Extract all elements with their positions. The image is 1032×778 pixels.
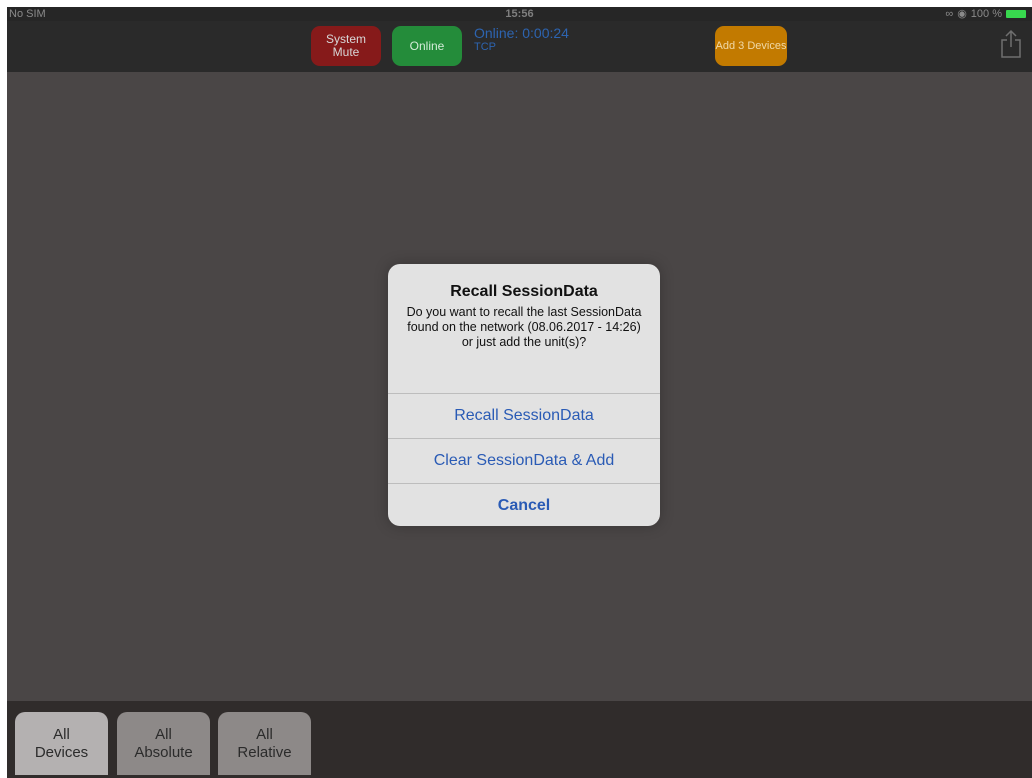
connection-info: Online: 0:00:24 TCP	[474, 25, 569, 53]
alert-message: Do you want to recall the last SessionDa…	[406, 305, 642, 349]
protocol-label: TCP	[474, 41, 496, 53]
bluetooth-icon: ∞	[945, 8, 954, 20]
system-mute-button[interactable]: System Mute	[311, 26, 381, 66]
tab-all-relative[interactable]: All Relative	[218, 712, 311, 775]
tab-all-devices[interactable]: All Devices	[15, 712, 108, 775]
status-indicators: ∞ ◉ 100 %	[945, 7, 1026, 21]
battery-percentage: 100 %	[970, 8, 1002, 20]
lock-rotation-icon: ◉	[957, 8, 967, 20]
tab-all-absolute[interactable]: All Absolute	[117, 712, 210, 775]
online-button[interactable]: Online	[392, 26, 462, 66]
top-toolbar: System Mute Online Online: 0:00:24 TCP A…	[7, 21, 1032, 72]
add-devices-button[interactable]: Add 3 Devices	[715, 26, 787, 66]
status-bar: No SIM 15:56 ∞ ◉ 100 %	[7, 7, 1032, 21]
alert-body: Recall SessionData Do you want to recall…	[388, 264, 660, 393]
online-duration: Online: 0:00:24	[474, 25, 569, 41]
cancel-button[interactable]: Cancel	[388, 483, 660, 526]
alert-title: Recall SessionData	[450, 283, 598, 300]
clear-sessiondata-add-button[interactable]: Clear SessionData & Add	[388, 438, 660, 483]
clock: 15:56	[505, 8, 534, 20]
recall-sessiondata-button[interactable]: Recall SessionData	[388, 393, 660, 438]
recall-session-alert: Recall SessionData Do you want to recall…	[388, 264, 660, 526]
share-icon[interactable]	[1000, 29, 1022, 59]
bottom-tab-bar: All Devices All Absolute All Relative	[7, 701, 1032, 778]
battery-icon	[1006, 10, 1026, 18]
app-screen: No SIM 15:56 ∞ ◉ 100 % System Mute Onlin…	[7, 7, 1032, 778]
